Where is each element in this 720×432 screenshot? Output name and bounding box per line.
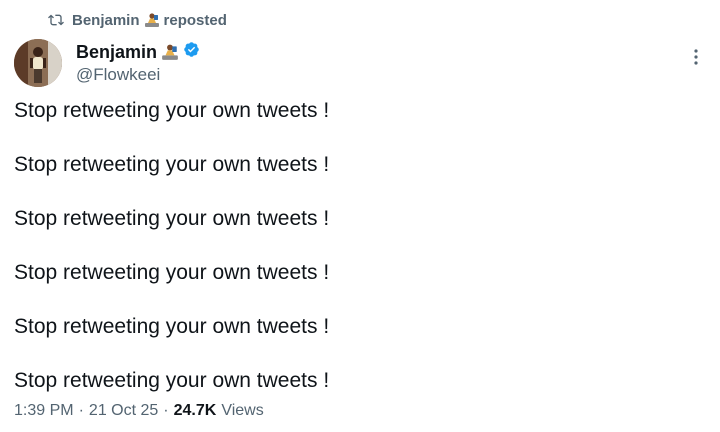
repost-icon bbox=[48, 12, 64, 28]
repost-action: reposted bbox=[163, 11, 227, 29]
verified-badge-icon bbox=[183, 41, 200, 63]
views-count[interactable]: 24.7K bbox=[174, 402, 217, 420]
tweet-line: Stop retweeting your own tweets ! bbox=[14, 315, 330, 338]
views-label[interactable]: Views bbox=[221, 402, 263, 420]
meta-separator: · bbox=[78, 402, 84, 419]
tweet-line: Stop retweeting your own tweets ! bbox=[14, 369, 330, 392]
tweet-text: Stop retweeting your own tweets ! Stop r… bbox=[14, 96, 704, 396]
tweet-time[interactable]: 1:39 PM bbox=[14, 402, 74, 420]
author-info[interactable]: Benjamin @Flowkeei bbox=[76, 40, 200, 86]
tweet-line: Stop retweeting your own tweets ! bbox=[14, 153, 330, 176]
tweet-line: Stop retweeting your own tweets ! bbox=[14, 207, 330, 230]
user-handle[interactable]: @Flowkeei bbox=[76, 64, 200, 86]
meta-separator: · bbox=[163, 402, 169, 419]
more-options-button[interactable] bbox=[686, 48, 706, 70]
more-options-icon bbox=[694, 48, 698, 70]
repost-user[interactable]: Benjamin bbox=[72, 12, 140, 29]
tweet-meta: 1:39 PM · 21 Oct 25 · 24.7K Views bbox=[14, 402, 264, 420]
avatar[interactable] bbox=[14, 39, 62, 87]
display-name[interactable]: Benjamin bbox=[76, 42, 157, 63]
repost-text[interactable]: Benjamin reposted bbox=[72, 12, 227, 29]
repost-banner: Benjamin reposted bbox=[48, 10, 227, 30]
person-emoji-icon bbox=[161, 43, 179, 61]
person-emoji-icon bbox=[144, 12, 160, 28]
tweet-date[interactable]: 21 Oct 25 bbox=[89, 402, 158, 420]
tweet-line: Stop retweeting your own tweets ! bbox=[14, 99, 330, 122]
tweet-line: Stop retweeting your own tweets ! bbox=[14, 261, 330, 284]
